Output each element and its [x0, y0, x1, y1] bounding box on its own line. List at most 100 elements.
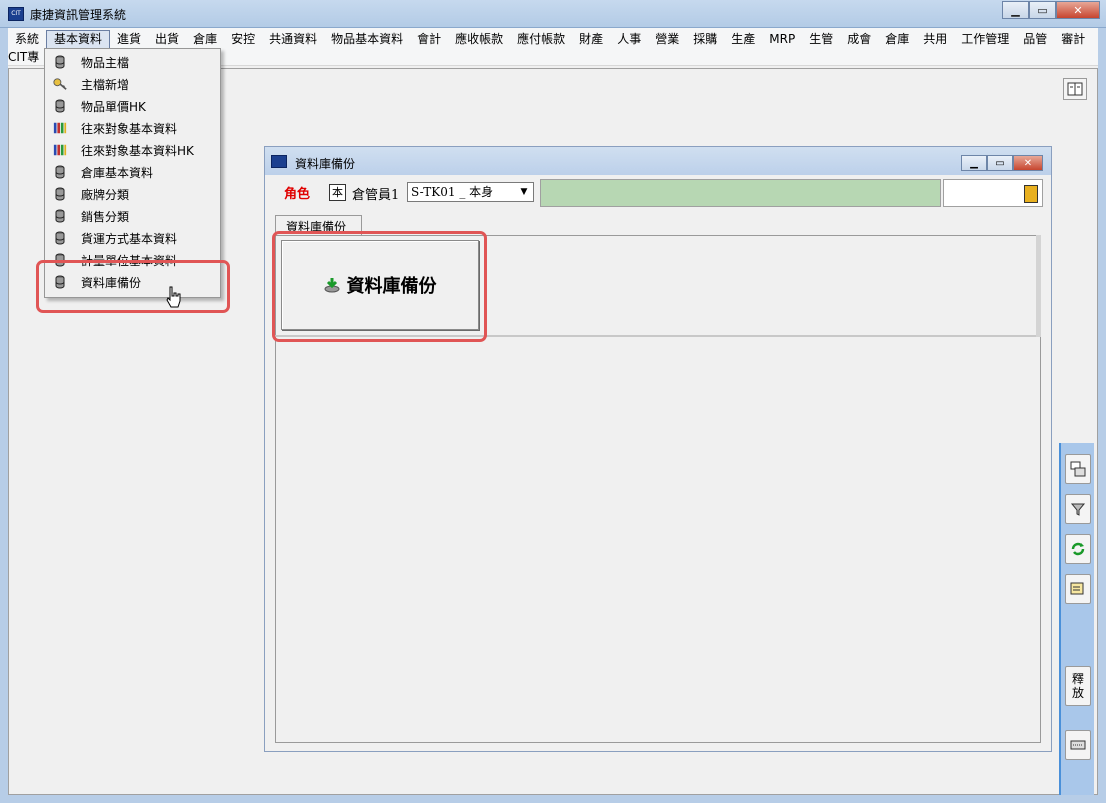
menu-option-5[interactable]: 倉庫基本資料 — [45, 161, 220, 183]
app-icon: CIT — [8, 7, 24, 21]
menu-item-23[interactable]: 審計 — [1054, 31, 1092, 48]
database-icon — [53, 209, 67, 223]
child-window-controls: ▁ ▭ ✕ — [961, 155, 1043, 171]
cascade-icon — [1070, 461, 1086, 477]
help-book-button[interactable] — [1063, 78, 1087, 100]
menu-item-9[interactable]: 應收帳款 — [448, 31, 510, 48]
funnel-icon — [1070, 503, 1086, 516]
menu-option-label: 貨運方式基本資料 — [81, 231, 178, 246]
menu-item-6[interactable]: 共通資料 — [262, 31, 324, 48]
menu-item-row2-0[interactable]: CIT專 — [8, 49, 46, 66]
menu-option-7[interactable]: 銷售分類 — [45, 205, 220, 227]
exit-door-icon[interactable] — [1024, 185, 1038, 203]
child-app-icon — [271, 155, 287, 168]
menu-item-18[interactable]: 成會 — [840, 31, 878, 48]
menu-row-2: CIT專 — [8, 48, 46, 67]
menu-option-3[interactable]: 往來對象基本資料 — [45, 117, 220, 139]
chevron-down-icon[interactable]: ▼ — [517, 185, 531, 199]
window-frame-bottom — [0, 795, 1106, 803]
release-label-1: 釋 — [1071, 672, 1084, 686]
notes-button[interactable] — [1065, 574, 1091, 604]
child-close-button[interactable]: ✕ — [1013, 155, 1043, 171]
menu-item-1[interactable]: 基本資料 — [46, 30, 111, 49]
database-icon — [53, 99, 67, 113]
filter-button[interactable] — [1065, 494, 1091, 524]
role-label: 角色 — [284, 187, 311, 202]
menu-item-11[interactable]: 財產 — [572, 31, 610, 48]
role-select[interactable]: S-TK01 _ 本身 ▼ — [407, 182, 534, 202]
cascade-windows-button[interactable] — [1065, 454, 1091, 484]
child-title-bar: 資料庫備份 ▁ ▭ ✕ — [265, 147, 1051, 175]
hand-cursor-icon — [166, 286, 181, 308]
menu-item-20[interactable]: 共用 — [916, 31, 954, 48]
menu-item-15[interactable]: 生產 — [724, 31, 762, 48]
database-icon — [53, 231, 67, 245]
child-restore-button[interactable]: ▭ — [987, 155, 1013, 171]
menu-item-7[interactable]: 物品基本資料 — [324, 31, 410, 48]
menu-option-4[interactable]: 往來對象基本資料HK — [45, 139, 220, 161]
window-frame-right — [1098, 0, 1106, 803]
menu-option-0[interactable]: 物品主檔 — [45, 51, 220, 73]
status-bar — [540, 179, 941, 207]
menu-item-12[interactable]: 人事 — [610, 31, 648, 48]
database-icon — [53, 55, 67, 69]
database-icon — [53, 165, 67, 179]
menu-option-label: 銷售分類 — [81, 209, 130, 224]
menu-item-4[interactable]: 倉庫 — [186, 31, 224, 48]
menu-item-19[interactable]: 倉庫 — [878, 31, 916, 48]
menu-option-6[interactable]: 廠牌分類 — [45, 183, 220, 205]
minimize-button[interactable]: ▁ — [1002, 1, 1029, 19]
keyboard-button[interactable] — [1065, 730, 1091, 760]
menu-item-16[interactable]: MRP — [762, 31, 802, 48]
menu-item-0[interactable]: 系統 — [8, 31, 46, 48]
book-icon — [1067, 82, 1083, 96]
menu-item-13[interactable]: 營業 — [648, 31, 686, 48]
menu-option-label: 往來對象基本資料HK — [81, 143, 194, 158]
menu-item-22[interactable]: 品管 — [1016, 31, 1054, 48]
refresh-button[interactable] — [1065, 534, 1091, 564]
menu-item-17[interactable]: 生管 — [802, 31, 840, 48]
menu-option-label: 物品單價HK — [81, 99, 146, 114]
menu-option-label: 物品主檔 — [81, 55, 130, 70]
role-name: 倉管員1 — [352, 188, 400, 203]
role-bar: 角色 本 倉管員1 S-TK01 _ 本身 ▼ — [272, 179, 1044, 207]
menu-option-label: 倉庫基本資料 — [81, 165, 154, 180]
menu-item-8[interactable]: 會計 — [410, 31, 448, 48]
books-icon — [53, 143, 67, 157]
child-minimize-button[interactable]: ▁ — [961, 155, 987, 171]
refresh-icon — [1071, 542, 1085, 556]
highlight-button-box — [272, 231, 487, 342]
keys-icon — [53, 77, 67, 91]
books-icon — [53, 121, 67, 135]
menu-item-10[interactable]: 應付帳款 — [510, 31, 572, 48]
menu-option-1[interactable]: 主檔新增 — [45, 73, 220, 95]
menu-row-1: 系統 基本資料 進貨 出貨 倉庫 安控 共通資料 物品基本資料 會計 應收帳款 應付帳款 財產 人事 營業… — [8, 30, 1092, 49]
main-title-bar: CIT 康捷資訊管理系統 ▁ ▭ ✕ — [0, 0, 1106, 28]
menu-item-14[interactable]: 採購 — [686, 31, 724, 48]
maximize-button[interactable]: ▭ — [1029, 1, 1056, 19]
menu-option-label: 廠牌分類 — [81, 187, 130, 202]
app-title: 康捷資訊管理系統 — [30, 8, 127, 22]
role-badge: 本 — [329, 184, 346, 201]
release-label-2: 放 — [1071, 686, 1084, 700]
menu-item-21[interactable]: 工作管理 — [954, 31, 1016, 48]
window-frame-left — [0, 0, 8, 803]
window-controls: ▁ ▭ ✕ — [1002, 1, 1100, 19]
menu-item-2[interactable]: 進貨 — [110, 31, 148, 48]
keyboard-icon — [1070, 740, 1086, 750]
child-window-title: 資料庫備份 — [295, 157, 356, 171]
menu-option-label: 往來對象基本資料 — [81, 121, 178, 136]
role-select-value: S-TK01 _ 本身 — [411, 185, 494, 199]
highlight-menu-box — [36, 260, 230, 313]
menu-option-2[interactable]: 物品單價HK — [45, 95, 220, 117]
menu-item-3[interactable]: 出貨 — [148, 31, 186, 48]
close-button[interactable]: ✕ — [1056, 1, 1100, 19]
release-button[interactable]: 釋 放 — [1065, 666, 1091, 706]
menu-option-label: 主檔新增 — [81, 77, 130, 92]
note-icon — [1070, 582, 1084, 595]
database-icon — [53, 187, 67, 201]
menu-item-5[interactable]: 安控 — [224, 31, 262, 48]
panel-scrollbar[interactable] — [1036, 235, 1041, 337]
menu-option-8[interactable]: 貨運方式基本資料 — [45, 227, 220, 249]
backup-child-window: 資料庫備份 ▁ ▭ ✕ 角色 本 倉管員1 S-TK01 _ 本身 ▼ 資料庫備… — [264, 146, 1052, 752]
